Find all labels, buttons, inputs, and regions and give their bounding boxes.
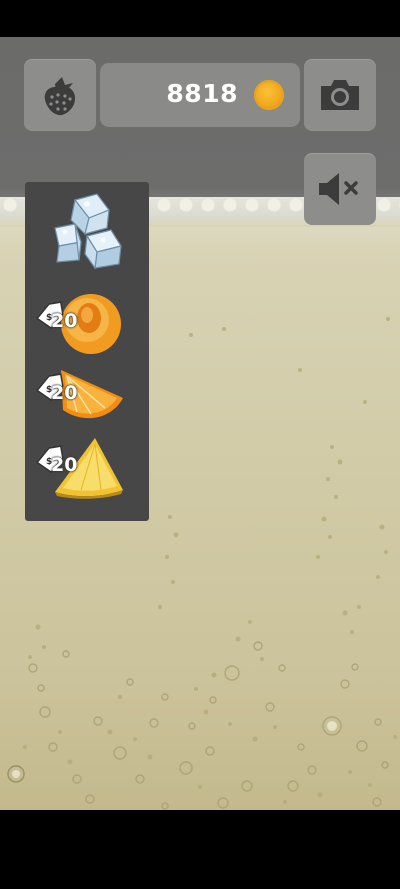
- ingredient-ice-cubes[interactable]: [25, 190, 149, 270]
- coin-icon: [254, 80, 284, 110]
- ingredient-panel: $ 20 $ 20 $ 20: [25, 182, 149, 521]
- ingredient-price: 20: [51, 382, 78, 404]
- strawberry-button[interactable]: [24, 59, 96, 131]
- status-bar: [0, 0, 400, 37]
- ingredient-orange-slice[interactable]: $ 20: [25, 358, 149, 428]
- strawberry-icon: [44, 77, 76, 116]
- ingredient-apricot[interactable]: $ 20: [25, 286, 149, 356]
- ingredient-pineapple-slice[interactable]: $ 20: [25, 430, 149, 500]
- navigation-bar: [0, 810, 400, 889]
- camera-button[interactable]: [304, 59, 376, 131]
- ingredient-price: 20: [51, 454, 78, 476]
- ingredient-price: 20: [51, 310, 78, 332]
- speaker-muted-icon: [319, 173, 358, 205]
- coin-counter: 8818: [100, 63, 300, 127]
- coin-count: 8818: [166, 79, 238, 108]
- ice-cubes-icon: [54, 193, 122, 270]
- camera-icon: [321, 80, 359, 110]
- mute-button[interactable]: [304, 153, 376, 225]
